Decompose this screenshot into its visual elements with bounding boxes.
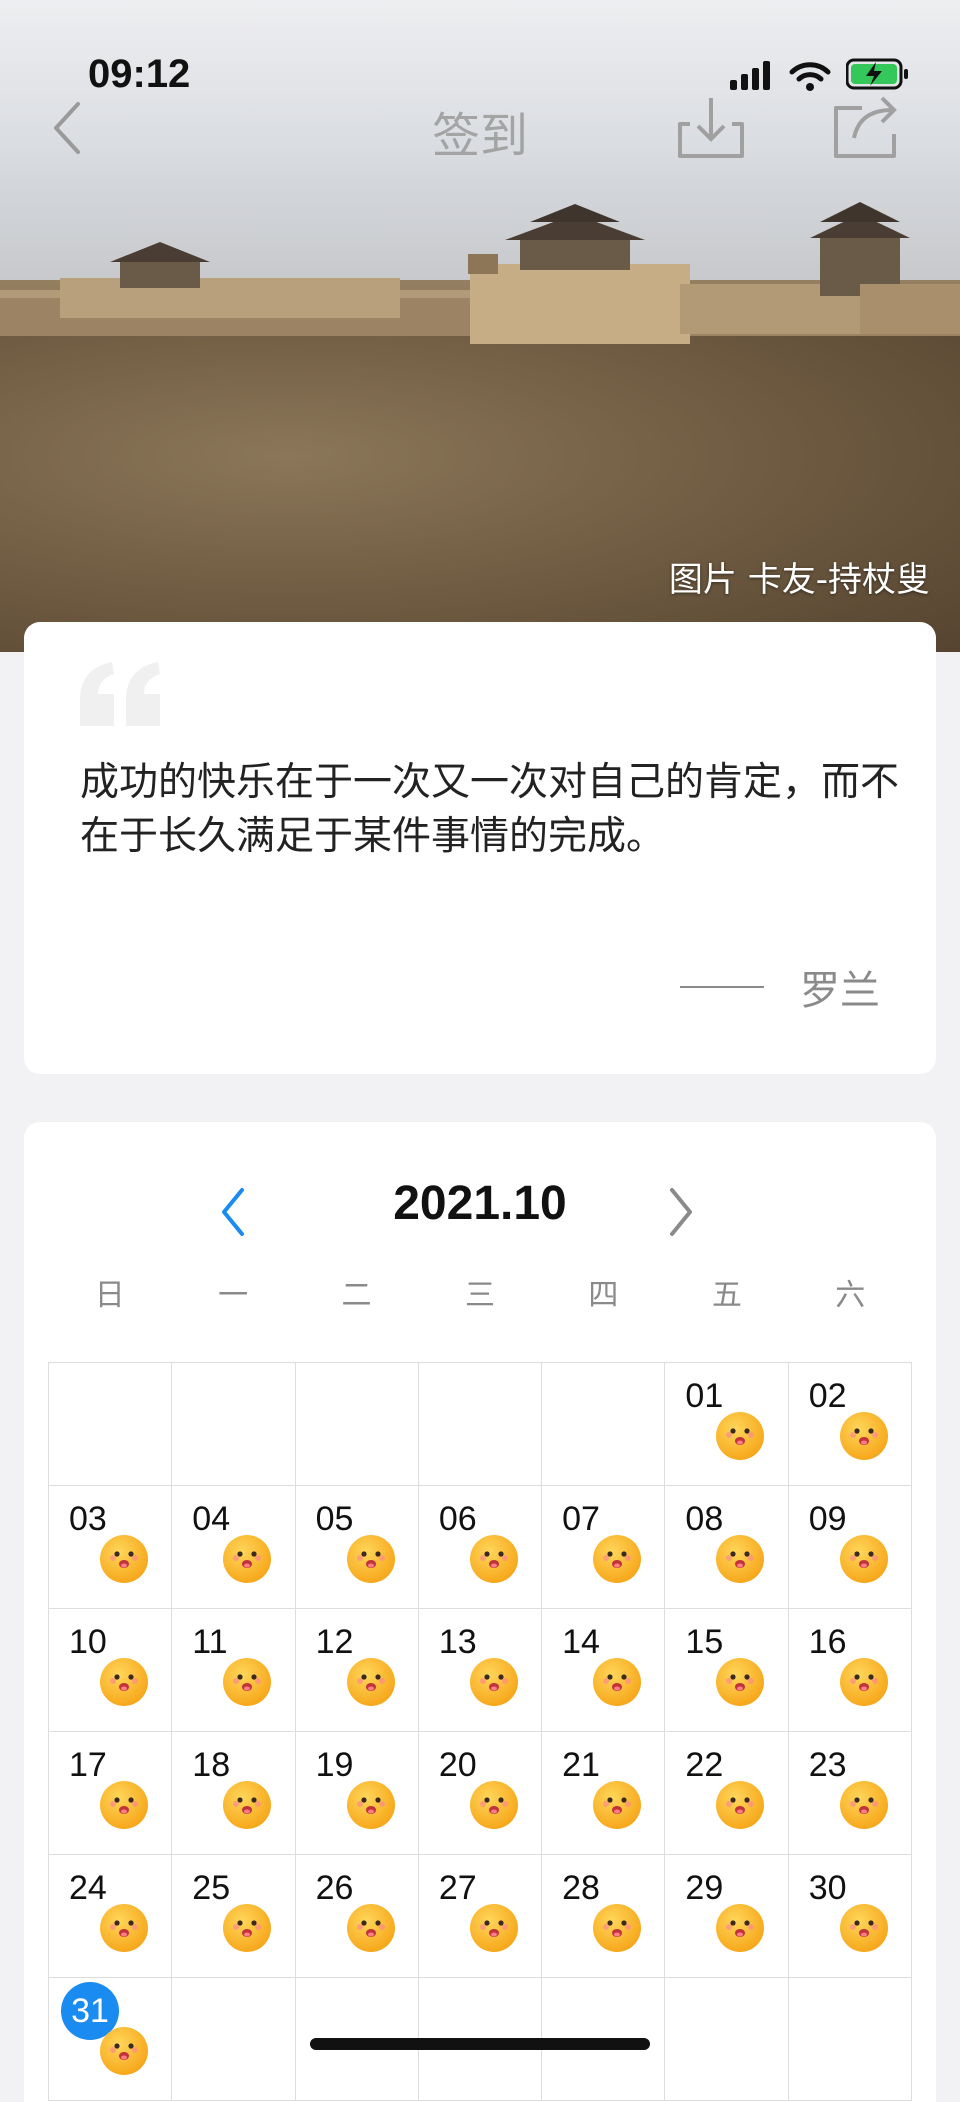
home-indicator: [310, 2038, 650, 2050]
calendar-day-30[interactable]: 30: [788, 1855, 912, 1978]
smiley-face-icon: [99, 1780, 149, 1830]
smiley-face-icon: [99, 1903, 149, 1953]
calendar-empty-cell: [418, 1363, 543, 1486]
next-month-icon[interactable]: [660, 1184, 700, 1240]
smiley-face-icon: [469, 1780, 519, 1830]
smiley-face-icon: [222, 1903, 272, 1953]
calendar-day-03[interactable]: 03: [49, 1486, 173, 1609]
smiley-face-icon: [839, 1780, 889, 1830]
calendar-day-13[interactable]: 13: [418, 1609, 543, 1732]
smiley-face-icon: [99, 1657, 149, 1707]
calendar-empty-cell: [665, 1978, 789, 2101]
calendar-day-12[interactable]: 12: [295, 1609, 419, 1732]
smiley-face-icon: [99, 1534, 149, 1584]
smiley-face-icon: [715, 1657, 765, 1707]
calendar-day-15[interactable]: 15: [665, 1609, 789, 1732]
battery-charging-icon: [846, 58, 908, 90]
calendar-day-19[interactable]: 19: [295, 1732, 419, 1855]
smiley-face-icon: [839, 1903, 889, 1953]
calendar-day-23[interactable]: 23: [788, 1732, 912, 1855]
signal-wifi-icon: [730, 61, 831, 91]
smiley-face-icon: [469, 1534, 519, 1584]
calendar-day-22[interactable]: 22: [665, 1732, 789, 1855]
quote-mark-icon: [80, 662, 160, 726]
smiley-face-icon: [715, 1534, 765, 1584]
calendar-day-10[interactable]: 10: [49, 1609, 173, 1732]
page-title: 签到: [431, 108, 528, 164]
calendar-empty-cell: [49, 1363, 173, 1486]
calendar-day-25[interactable]: 25: [172, 1855, 296, 1978]
calendar-day-07[interactable]: 07: [542, 1486, 666, 1609]
calendar-grid: 01 02 03 04 05 06 07 08 09 10 11 12 13 14 15 16 17 18 19 20…: [48, 1362, 912, 2101]
calendar-day-21[interactable]: 21: [542, 1732, 666, 1855]
calendar-day-29[interactable]: 29: [665, 1855, 789, 1978]
calendar-empty-cell: [542, 1363, 666, 1486]
calendar-day-18[interactable]: 18: [172, 1732, 296, 1855]
share-icon[interactable]: [832, 94, 902, 160]
calendar-day-06[interactable]: 06: [418, 1486, 543, 1609]
calendar-month: 2021.10: [393, 1177, 567, 1230]
smiley-face-icon: [346, 1903, 396, 1953]
smiley-face-icon: [346, 1534, 396, 1584]
calendar-day-01[interactable]: 01: [665, 1363, 789, 1486]
weekday-header: 日 一 二 三 四 五 六: [48, 1270, 912, 1314]
smiley-face-icon: [99, 2026, 149, 2076]
smiley-face-icon: [222, 1780, 272, 1830]
weekday-label: 四: [588, 1278, 619, 1313]
smiley-face-icon: [839, 1657, 889, 1707]
calendar-day-28[interactable]: 28: [542, 1855, 666, 1978]
calendar-empty-cell: [788, 1978, 912, 2101]
smiley-face-icon: [715, 1903, 765, 1953]
calendar-day-20[interactable]: 20: [418, 1732, 543, 1855]
calendar-empty-cell: [172, 1978, 296, 2101]
smiley-face-icon: [222, 1534, 272, 1584]
calendar-day-31[interactable]: 31: [49, 1978, 173, 2101]
weekday-label: 三: [464, 1278, 495, 1313]
calendar-day-27[interactable]: 27: [418, 1855, 543, 1978]
calendar-day-02[interactable]: 02: [788, 1363, 912, 1486]
author-dash: [680, 986, 764, 988]
calendar-day-24[interactable]: 24: [49, 1855, 173, 1978]
smiley-face-icon: [715, 1780, 765, 1830]
weekday-label: 五: [711, 1278, 742, 1313]
weekday-label: 一: [218, 1278, 249, 1313]
calendar-day-05[interactable]: 05: [295, 1486, 419, 1609]
calendar-day-26[interactable]: 26: [295, 1855, 419, 1978]
smiley-face-icon: [715, 1411, 765, 1461]
smiley-face-icon: [839, 1534, 889, 1584]
weekday-label: 日: [94, 1278, 125, 1313]
smiley-face-icon: [346, 1657, 396, 1707]
smiley-face-icon: [592, 1534, 642, 1584]
fortress-illustration: [0, 202, 960, 344]
calendar-header: 2021.10: [24, 1170, 936, 1250]
quote-text: 成功的快乐在于一次又一次对自己的肯定，而不在于长久满足于某件事情的完成。: [80, 760, 900, 859]
calendar-day-04[interactable]: 04: [172, 1486, 296, 1609]
calendar-day-16[interactable]: 16: [788, 1609, 912, 1732]
smiley-face-icon: [592, 1657, 642, 1707]
smiley-face-icon: [592, 1903, 642, 1953]
calendar-day-11[interactable]: 11: [172, 1609, 296, 1732]
nav-bar: 签到: [0, 88, 960, 168]
weekday-label: 六: [835, 1278, 866, 1313]
calendar-day-17[interactable]: 17: [49, 1732, 173, 1855]
smiley-face-icon: [222, 1657, 272, 1707]
download-icon[interactable]: [676, 94, 746, 160]
desert-ground: [0, 320, 960, 652]
calendar-day-14[interactable]: 14: [542, 1609, 666, 1732]
calendar-day-09[interactable]: 09: [788, 1486, 912, 1609]
smiley-face-icon: [469, 1657, 519, 1707]
smiley-face-icon: [346, 1780, 396, 1830]
calendar-day-08[interactable]: 08: [665, 1486, 789, 1609]
photo-credit: 图片 卡友-持杖叟: [668, 560, 930, 600]
quote-author-line: 罗兰: [680, 958, 880, 1016]
weekday-label: 二: [341, 1278, 372, 1313]
quote-author: 罗兰: [800, 968, 880, 1014]
smiley-face-icon: [469, 1903, 519, 1953]
smiley-face-icon: [839, 1411, 889, 1461]
quote-card: 成功的快乐在于一次又一次对自己的肯定，而不在于长久满足于某件事情的完成。 罗兰: [24, 622, 936, 1074]
calendar-empty-cell: [295, 1363, 419, 1486]
smiley-face-icon: [592, 1780, 642, 1830]
calendar-card: 2021.10 日 一 二 三 四 五 六 01 02 03 04 05 06 07 08 09…: [24, 1122, 936, 2102]
calendar-empty-cell: [172, 1363, 296, 1486]
